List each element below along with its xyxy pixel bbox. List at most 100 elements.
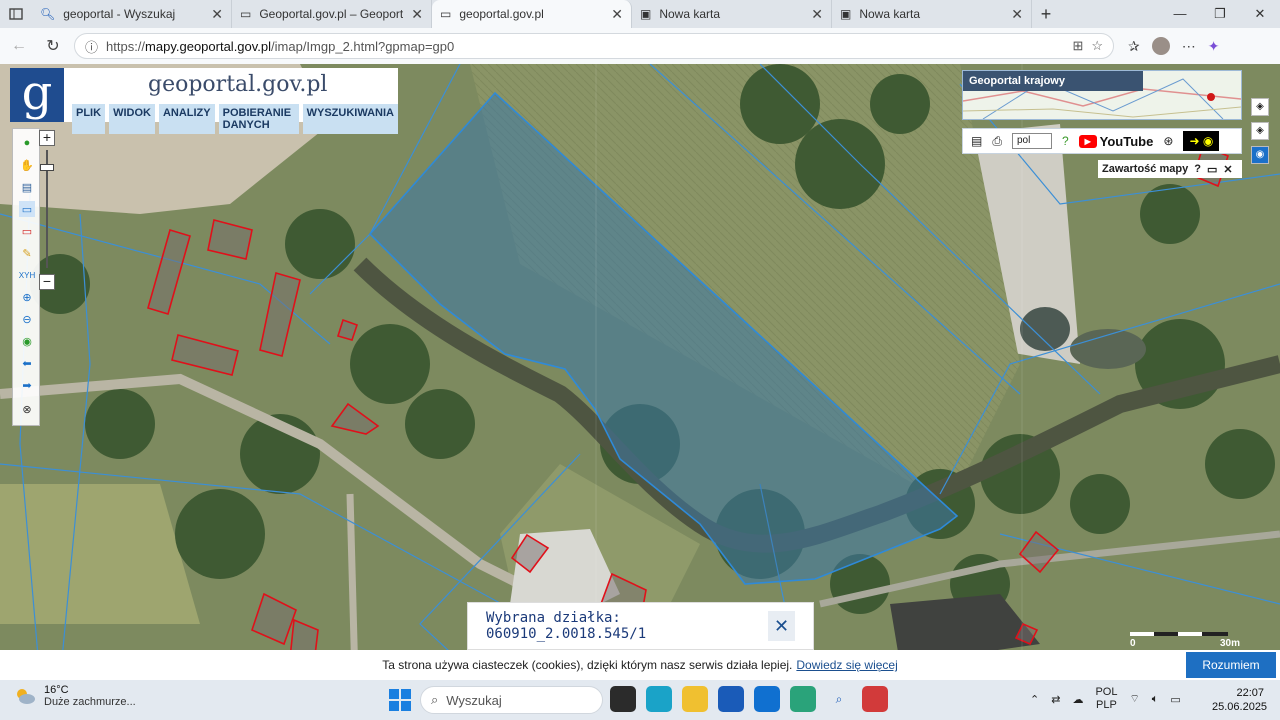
clear-icon[interactable]: ⊗ — [19, 401, 35, 417]
zoom-handle[interactable] — [40, 164, 54, 171]
browser-app-icon[interactable] — [790, 686, 816, 712]
document-icon: ▭ — [440, 7, 452, 21]
language-select[interactable]: pol — [1011, 133, 1052, 149]
menu-wyszukiwania[interactable]: WYSZUKIWANIA — [302, 104, 398, 134]
edge-icon[interactable] — [646, 686, 672, 712]
file-explorer-icon[interactable] — [682, 686, 708, 712]
wifi-icon[interactable]: ⌔ — [1129, 692, 1139, 706]
weather-widget[interactable]: 16°C Duże zachmurze... — [14, 684, 136, 708]
select-red-icon[interactable]: ▭ — [19, 223, 35, 239]
scale-label: 30m — [1220, 638, 1241, 649]
outlook-icon[interactable] — [754, 686, 780, 712]
map-content-header[interactable]: Zawartość mapy ? ▭ ✕ — [1098, 160, 1242, 178]
geoportal-app-icon[interactable] — [862, 686, 888, 712]
selected-parcel-text: Wybrana działka: 060910_2.0018.545/1 — [486, 610, 647, 642]
tab-new-2[interactable]: ▣ Nowa karta ✕ — [832, 0, 1032, 28]
newtab-icon: ▣ — [840, 7, 852, 21]
search-icon: ⌕ — [431, 692, 439, 707]
zoom-plus-button[interactable]: + — [39, 130, 55, 146]
close-window-icon[interactable]: ✕ — [1240, 6, 1280, 22]
zoom-out-icon[interactable]: ⊖ — [19, 311, 35, 327]
back-icon[interactable]: ← — [6, 37, 32, 55]
chevron-up-icon[interactable]: ⌃ — [1030, 693, 1039, 706]
favorites-icon[interactable]: ✰ — [1128, 38, 1140, 55]
pen-icon[interactable]: ⇄ — [1051, 693, 1060, 706]
cookie-accept-button[interactable]: Rozumiem — [1186, 652, 1276, 678]
close-tab-icon[interactable]: ✕ — [411, 6, 423, 23]
help-icon[interactable]: ? — [1194, 163, 1201, 175]
clock-time: 22:07 — [1236, 687, 1264, 699]
geoportal-logo[interactable]: g — [10, 68, 64, 122]
info-icon[interactable]: ● — [19, 135, 35, 151]
maximize-icon[interactable]: ❐ — [1200, 6, 1240, 22]
pencil-icon[interactable]: ✎ — [19, 245, 35, 261]
windows-start-icon[interactable] — [389, 689, 411, 711]
menu-plik[interactable]: PLIK — [72, 104, 106, 134]
layers-icon[interactable]: ◈ — [1251, 98, 1269, 116]
copilot-icon[interactable]: ✦ — [1208, 38, 1220, 55]
globe-icon[interactable]: ◉ — [19, 333, 35, 349]
menu-widok[interactable]: WIDOK — [109, 104, 155, 134]
tab-geoportal-infra[interactable]: ▭ Geoportal.gov.pl – Geoportal Infrastru… — [232, 0, 432, 28]
tab-geoportal-map[interactable]: ▭ geoportal.gov.pl ✕ — [432, 0, 632, 28]
taskbar-search-placeholder: Wyszukaj — [446, 692, 502, 708]
url-field[interactable]: ⓘ https://mapy.geoportal.gov.pl/imap/Img… — [74, 33, 1114, 59]
store-icon[interactable] — [718, 686, 744, 712]
site-info-icon[interactable]: ⓘ — [85, 37, 98, 56]
youtube-link[interactable]: ▶ YouTube — [1078, 134, 1153, 149]
selected-parcel-popup: Wybrana działka: 060910_2.0018.545/1 ✕ — [467, 602, 814, 650]
app-install-icon[interactable]: ⊞ — [1072, 38, 1083, 54]
popup-close-button[interactable]: ✕ — [768, 611, 795, 641]
reload-icon[interactable]: ↻ — [40, 36, 66, 56]
favorite-star-icon[interactable]: ☆ — [1091, 38, 1103, 54]
accessibility-icon[interactable]: ⊛ — [1163, 134, 1173, 148]
help-icon[interactable]: ? — [1062, 134, 1069, 148]
list-icon[interactable]: ▤ — [971, 134, 982, 148]
select-rectangle-icon[interactable]: ▭ — [19, 201, 35, 217]
print-icon[interactable]: ⎙ — [992, 134, 1002, 149]
close-tab-icon[interactable]: ✕ — [611, 6, 623, 23]
more-menu-icon[interactable]: ⋯ — [1182, 38, 1196, 55]
zoom-minus-button[interactable]: − — [39, 274, 55, 290]
zoom-in-icon[interactable]: ⊕ — [19, 289, 35, 305]
xyz-icon[interactable]: XYH — [19, 267, 35, 283]
minimize-panel-icon[interactable]: ▭ — [1207, 163, 1217, 176]
volume-icon[interactable]: 🔈︎ — [1152, 693, 1159, 706]
pan-hand-icon[interactable]: ✋ — [19, 157, 35, 173]
overview-map[interactable]: Geoportal krajowy — [962, 70, 1242, 120]
close-tab-icon[interactable]: ✕ — [811, 6, 823, 23]
next-view-icon[interactable]: ➡ — [19, 377, 35, 393]
tab-actions-icon[interactable] — [0, 0, 32, 28]
close-panel-icon[interactable]: ✕ — [1223, 163, 1232, 176]
zoom-slider[interactable]: + − — [36, 130, 58, 290]
pond — [1020, 307, 1070, 351]
tab-title: Nowa karta — [659, 7, 721, 21]
cookie-learn-more-link[interactable]: Dowiedz się więcej — [796, 658, 897, 672]
menu-analizy[interactable]: ANALIZY — [158, 104, 215, 134]
search-app-icon[interactable]: ⌕ — [826, 686, 852, 712]
battery-icon[interactable]: ▭ — [1170, 693, 1180, 706]
new-tab-button[interactable]: + — [1032, 4, 1060, 25]
minimize-icon[interactable]: — — [1160, 6, 1200, 22]
previous-view-icon[interactable]: ⬅ — [19, 355, 35, 371]
contrast-eye-icon[interactable]: ➜ ◉ — [1183, 131, 1220, 151]
cookie-banner: Ta strona używa ciasteczek (cookies), dz… — [0, 650, 1280, 680]
profile-avatar[interactable] — [1151, 37, 1170, 55]
document-icon: ▭ — [240, 7, 252, 21]
legend-icon[interactable]: ▤ — [19, 179, 35, 195]
close-tab-icon[interactable]: ✕ — [211, 6, 223, 23]
geoportal-logo-text: geoportal.gov.pl — [148, 72, 328, 97]
close-tab-icon[interactable]: ✕ — [1011, 6, 1023, 23]
tab-geoportal-search[interactable]: 🔍︎ geoportal - Wyszukaj ✕ — [32, 0, 232, 28]
task-view-icon[interactable] — [610, 686, 636, 712]
menu-pobieranie-danych[interactable]: POBIERANIE DANYCH — [218, 104, 299, 134]
layers-icon[interactable]: ◈ — [1251, 122, 1269, 140]
map-canvas[interactable] — [0, 64, 1280, 680]
eye-icon[interactable]: ◉ — [1251, 146, 1269, 164]
cloud-icon[interactable]: ☁ — [1072, 693, 1083, 706]
tab-new-1[interactable]: ▣ Nowa karta ✕ — [632, 0, 832, 28]
clock[interactable]: 22:07 25.06.2025 — [1212, 686, 1267, 714]
language-indicator[interactable]: POL PLP — [1095, 686, 1117, 712]
taskbar-search[interactable]: ⌕ Wyszukaj — [420, 686, 603, 714]
main-menu: PLIK WIDOK ANALIZY POBIERANIE DANYCH WYS… — [72, 104, 398, 134]
